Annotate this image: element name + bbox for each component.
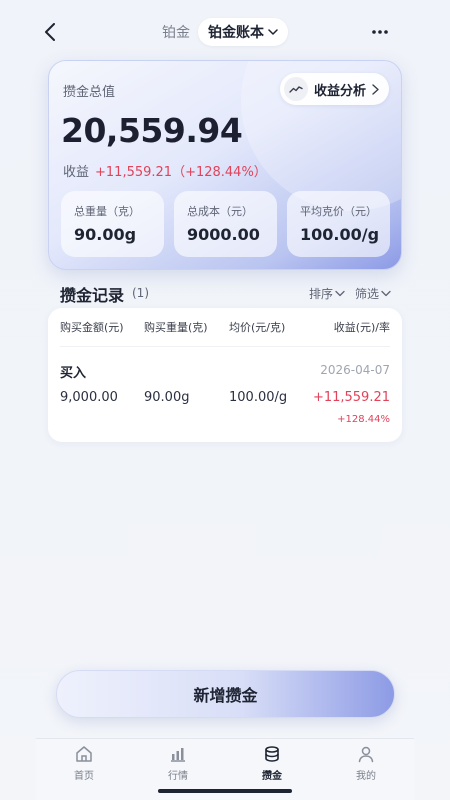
- column-header-amount: 购买金额(元): [60, 321, 124, 334]
- nav-item-savings[interactable]: 攒金: [242, 745, 302, 782]
- more-icon: [372, 30, 388, 34]
- book-selector[interactable]: 铂金账本: [198, 18, 288, 46]
- profit-row: 收益 +11,559.21（+128.44%）: [63, 161, 267, 180]
- add-record-button[interactable]: 新增攒金: [56, 670, 395, 718]
- nav-item-market[interactable]: 行情: [148, 745, 208, 782]
- profit-analysis-label: 收益分析: [313, 83, 366, 99]
- record-type: 买入: [60, 366, 87, 381]
- chart-icon: [171, 748, 185, 762]
- more-button[interactable]: [368, 20, 392, 44]
- sort-label: 排序: [308, 287, 333, 301]
- records-header: 攒金记录 (1) 排序 筛选: [60, 282, 395, 305]
- chevron-down-icon: [381, 290, 391, 297]
- divider: [60, 346, 390, 347]
- nav-label: 首页: [74, 771, 94, 782]
- home-icon: [76, 746, 92, 762]
- nav-label: 行情: [168, 771, 188, 782]
- book-title: 铂金账本: [208, 25, 264, 41]
- stat-average-price: 平均克价（元） 100.00/g: [287, 191, 390, 257]
- stat-total-weight: 总重量（克） 90.00g: [61, 191, 164, 257]
- record-profit: +11,559.21: [312, 390, 390, 405]
- record-weight: 90.00g: [144, 390, 190, 405]
- stat-value: 9000.00: [187, 225, 260, 244]
- stat-label: 总成本（元）: [187, 205, 253, 218]
- records-table: 购买金额(元) 购买重量(克) 均价(元/克) 收益(元)/率 买入 2026-…: [48, 308, 402, 442]
- trend-icon: [283, 77, 308, 101]
- page: 铂金 铂金账本 攒金总值 收益分析 20,559.94 收益 +11,559.2…: [0, 0, 450, 800]
- nav-item-home[interactable]: 首页: [54, 745, 114, 782]
- coins-icon: [265, 746, 279, 762]
- records-title: 攒金记录: [60, 286, 125, 305]
- column-header-avg-price: 均价(元/克): [229, 321, 286, 334]
- filter-button[interactable]: 筛选: [355, 285, 391, 302]
- profit-analysis-button[interactable]: 收益分析: [279, 73, 389, 105]
- home-indicator: [158, 789, 292, 793]
- stat-total-cost: 总成本（元） 9000.00: [174, 191, 277, 257]
- user-icon: [358, 746, 374, 763]
- filter-label: 筛选: [354, 287, 379, 301]
- chevron-down-icon: [268, 29, 278, 35]
- record-rate: +128.44%: [337, 414, 390, 425]
- stat-label: 总重量（克）: [74, 205, 140, 218]
- top-bar: 铂金 铂金账本: [0, 12, 450, 52]
- record-avg-price: 100.00/g: [229, 390, 288, 405]
- profit-label: 收益: [63, 165, 90, 180]
- column-header-weight: 购买重量(克): [144, 321, 208, 334]
- profit-value: +11,559.21（+128.44%）: [95, 165, 267, 180]
- record-date: 2026-04-07: [320, 363, 390, 377]
- records-count: (1): [132, 286, 149, 300]
- chevron-right-icon: [372, 83, 379, 95]
- stat-label: 平均克价（元）: [300, 205, 377, 218]
- stat-value: 100.00/g: [300, 225, 380, 244]
- record-amount: 9,000.00: [60, 390, 118, 405]
- sort-button[interactable]: 排序: [309, 285, 345, 302]
- total-value: 20,559.94: [61, 111, 243, 150]
- nav-label: 攒金: [262, 771, 282, 782]
- column-header-profit: 收益(元)/率: [333, 321, 390, 334]
- chevron-down-icon: [335, 290, 345, 297]
- nav-label: 我的: [356, 771, 376, 782]
- summary-title: 攒金总值: [63, 85, 116, 100]
- stat-value: 90.00g: [74, 225, 137, 244]
- add-record-label: 新增攒金: [193, 686, 258, 705]
- header-category: 铂金: [162, 25, 190, 41]
- nav-item-profile[interactable]: 我的: [336, 745, 396, 782]
- summary-card: 攒金总值 收益分析 20,559.94 收益 +11,559.21（+128.4…: [48, 60, 402, 270]
